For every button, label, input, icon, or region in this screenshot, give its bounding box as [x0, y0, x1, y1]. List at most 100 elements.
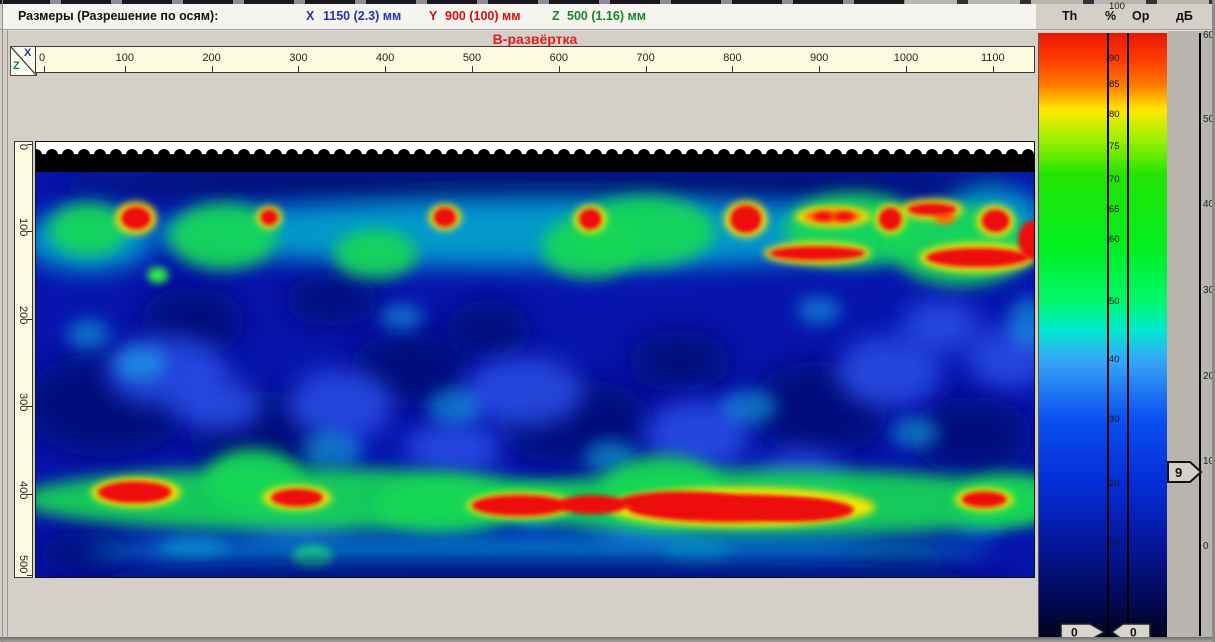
heat-blob-cy: [428, 389, 480, 424]
heat-blob-r: [908, 203, 957, 215]
colorbar-col-percent: %: [1105, 9, 1116, 23]
heat-blob-r: [879, 208, 902, 231]
surface-scallop: [206, 149, 218, 161]
surface-scallop: [462, 149, 474, 161]
x-tick-label: 300: [276, 52, 320, 64]
surface-scallop: [382, 149, 394, 161]
surface-scallop: [910, 149, 922, 161]
heat-blob-r: [271, 489, 323, 507]
db-scale-line: [1199, 33, 1201, 636]
heat-blob-r: [619, 492, 741, 513]
surface-scallop: [862, 149, 874, 161]
colorbar-op-line: [1127, 33, 1129, 639]
surface-scallop: [142, 149, 154, 161]
surface-scallop: [782, 149, 794, 161]
x-tick-mark: [993, 66, 994, 72]
heat-blob-g: [334, 230, 418, 279]
z-tick-label: 500: [17, 555, 29, 573]
x-tick-mark: [298, 66, 299, 72]
x-tick-mark: [819, 66, 820, 72]
heat-blob-r: [558, 495, 628, 514]
colorbar-col-th: Th: [1062, 9, 1077, 23]
surface-scallop: [958, 149, 970, 161]
scan-title: В-развёртка: [35, 31, 1035, 46]
x-tick-label: 900: [797, 52, 841, 64]
surface-scallop: [814, 149, 826, 161]
corner-x-label: X: [24, 47, 31, 59]
surface-scallop: [334, 149, 346, 161]
surface-scallop: [318, 149, 330, 161]
db-scale-zone: [1167, 31, 1213, 639]
heat-blob-nd: [445, 300, 532, 361]
amplitude-colorbar: [1038, 33, 1168, 639]
surface-scallop: [366, 149, 378, 161]
surface-scallop: [846, 149, 858, 161]
x-tick-mark: [732, 66, 733, 72]
bscan-heatmap[interactable]: [35, 141, 1035, 578]
surface-scallop: [1022, 149, 1034, 161]
surface-scallop: [670, 149, 682, 161]
surface-scallop: [974, 149, 986, 161]
surface-scallop: [622, 149, 634, 161]
x-tick-label: 700: [624, 52, 668, 64]
surface-scallop: [302, 149, 314, 161]
db-slider-value: 9: [1175, 465, 1182, 480]
z-tick-label: 400: [17, 481, 29, 499]
x-tick-mark: [125, 66, 126, 72]
heat-blob-r: [730, 205, 761, 233]
z-tick-mark: [27, 319, 32, 320]
app-window: Размеры (Разрешение по осям): X 1150 (2.…: [0, 0, 1215, 642]
heat-blob-r: [769, 246, 865, 260]
x-tick-label: 1000: [884, 52, 928, 64]
heat-blob-cy: [797, 296, 841, 324]
heat-blob-cy: [66, 319, 110, 351]
corner-z-label: Z: [13, 60, 20, 72]
heat-blob-cy: [301, 431, 362, 470]
surface-scallop: [494, 149, 506, 161]
surface-scallop: [686, 149, 698, 161]
surface-scallop: [158, 149, 170, 161]
db-slider[interactable]: 9: [1166, 460, 1204, 484]
surface-scallop: [350, 149, 362, 161]
z-tick-label: 200: [17, 306, 29, 324]
bscan-canvas[interactable]: [36, 142, 1035, 578]
heat-blob-cy: [114, 345, 166, 380]
surface-scallop: [574, 149, 586, 161]
heat-blob-r: [926, 248, 1029, 267]
heat-blob-nl: [406, 422, 502, 475]
surface-scallop: [990, 149, 1002, 161]
surface-scallop: [654, 149, 666, 161]
x-tick-mark: [906, 66, 907, 72]
heat-blob-r: [472, 495, 568, 516]
x-tick-mark: [559, 66, 560, 72]
heat-blob-nl: [175, 379, 262, 432]
window-bottom-edge: [0, 637, 1215, 642]
surface-scallop: [830, 149, 842, 161]
surface-scallop: [606, 149, 618, 161]
surface-scallop: [222, 149, 234, 161]
z-tick-mark: [27, 406, 32, 407]
heat-blob-r: [814, 212, 833, 221]
heat-blob-r: [261, 209, 278, 225]
surface-scallop: [254, 149, 266, 161]
heat-blob-nl: [902, 300, 980, 353]
surface-scallop: [558, 149, 570, 161]
heat-blob-cy: [890, 417, 939, 449]
z-tick-mark: [27, 494, 32, 495]
surface-scallop: [430, 149, 442, 161]
heat-blob-g: [49, 203, 127, 256]
surface-scallop: [926, 149, 938, 161]
surface-scallop: [286, 149, 298, 161]
colorbar-col-db: дБ: [1176, 9, 1193, 23]
x-tick-label: 1100: [971, 52, 1015, 64]
surface-scallop: [446, 149, 458, 161]
heat-blob-r: [749, 499, 853, 522]
x-tick-label: 200: [190, 52, 234, 64]
x-tick-label: 500: [450, 52, 494, 64]
surface-scallop: [78, 149, 90, 161]
heat-blob-cy: [722, 389, 778, 424]
surface-scallop: [942, 149, 954, 161]
surface-scallop: [638, 149, 650, 161]
z-tick-label: 300: [17, 393, 29, 411]
x-tick-label: 400: [363, 52, 407, 64]
